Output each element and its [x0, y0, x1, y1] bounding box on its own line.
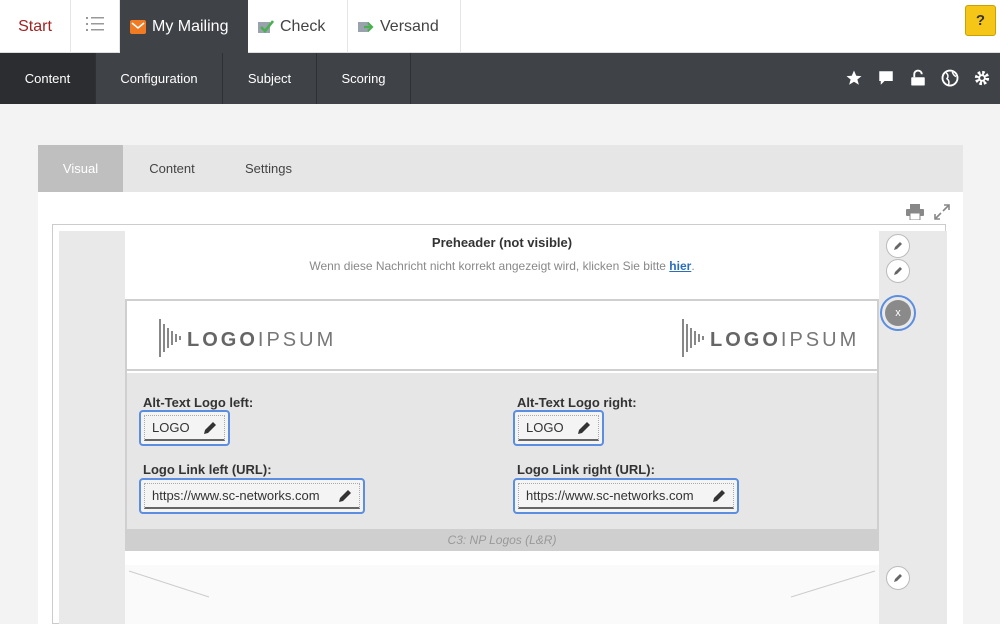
- gear-icon[interactable]: [972, 68, 992, 88]
- alt-text-right-value: LOGO: [526, 420, 564, 435]
- logo-block[interactable]: LOGOIPSUM LOGOIPSUM Alt-Text Logo left:: [125, 299, 879, 551]
- logo-right[interactable]: LOGOIPSUM: [682, 319, 859, 362]
- edit-next-block-button[interactable]: [886, 566, 910, 590]
- logo-mark-icon: [682, 319, 704, 362]
- help-button[interactable]: ?: [965, 5, 996, 36]
- alt-text-left-value: LOGO: [152, 420, 190, 435]
- nav-configuration[interactable]: Configuration: [96, 53, 223, 104]
- print-icon[interactable]: [906, 204, 924, 225]
- preheader-title: Preheader (not visible): [431, 235, 573, 250]
- logo-right-part2: IPSUM: [780, 329, 860, 351]
- editor-panel: Preheader (not visible) Wenn diese Nachr…: [38, 192, 963, 624]
- edit-preheader-button[interactable]: [886, 234, 910, 258]
- pencil-icon[interactable]: [576, 420, 592, 436]
- close-icon: x: [885, 300, 911, 326]
- tab-content[interactable]: Content: [123, 145, 221, 192]
- logo-right-part1: LOGO: [710, 329, 781, 351]
- tab-settings[interactable]: Settings: [221, 145, 316, 192]
- my-mailing-tab[interactable]: My Mailing: [120, 0, 248, 53]
- pencil-icon[interactable]: [711, 488, 727, 504]
- versand-tab[interactable]: Versand: [348, 0, 461, 53]
- preheader-link[interactable]: hier: [669, 259, 691, 273]
- my-mailing-label: My Mailing: [152, 17, 229, 35]
- check-tab[interactable]: Check: [248, 0, 348, 53]
- list-icon: [86, 16, 104, 37]
- pencil-icon[interactable]: [337, 488, 353, 504]
- logo-link-left-label: Logo Link left (URL):: [143, 462, 272, 477]
- canvas-background: Preheader (not visible) Wenn diese Nachr…: [59, 231, 947, 624]
- nav-subject[interactable]: Subject: [223, 53, 317, 104]
- comment-icon[interactable]: [876, 68, 896, 88]
- mail-content-area: Preheader (not visible) Wenn diese Nachr…: [125, 231, 879, 624]
- alt-text-right-label: Alt-Text Logo right:: [517, 395, 637, 410]
- editor-tabs: Visual Content Settings: [38, 145, 963, 192]
- logo-link-right-field[interactable]: https://www.sc-networks.com: [513, 478, 739, 514]
- logo-link-right-label: Logo Link right (URL):: [517, 462, 655, 477]
- logo-settings-fields: Alt-Text Logo left: LOGO Alt-Text Logo r…: [127, 373, 877, 529]
- next-content-block[interactable]: [125, 565, 879, 624]
- check-label: Check: [280, 17, 326, 35]
- preheader-suffix: .: [691, 259, 695, 273]
- star-icon[interactable]: [844, 68, 864, 88]
- logo-left-part1: LOGO: [187, 329, 258, 351]
- edit-block-button[interactable]: [886, 259, 910, 283]
- tab-visual[interactable]: Visual: [38, 145, 123, 192]
- checkmark-icon: [258, 19, 274, 35]
- unlock-icon[interactable]: [908, 68, 928, 88]
- logo-mark-icon: [159, 319, 181, 362]
- pencil-icon[interactable]: [202, 420, 218, 436]
- globe-icon[interactable]: [940, 68, 960, 88]
- logo-link-left-field[interactable]: https://www.sc-networks.com: [139, 478, 365, 514]
- versand-label: Versand: [380, 17, 439, 35]
- secondary-navigation: Content Configuration Subject Scoring: [0, 53, 1000, 104]
- logo-left[interactable]: LOGOIPSUM: [159, 319, 336, 362]
- logo-row: LOGOIPSUM LOGOIPSUM: [127, 301, 877, 371]
- send-icon: [358, 19, 374, 35]
- preheader-text-body: Wenn diese Nachricht nicht korrekt angez…: [309, 259, 670, 273]
- list-view-button[interactable]: [71, 0, 120, 53]
- logo-left-part2: IPSUM: [257, 329, 337, 351]
- remove-block-button[interactable]: x: [880, 295, 916, 331]
- placeholder-lines: [128, 570, 876, 598]
- expand-icon[interactable]: [934, 204, 950, 225]
- start-tab[interactable]: Start: [0, 0, 71, 53]
- nav-scoring[interactable]: Scoring: [317, 53, 411, 104]
- mail-editor-canvas: Preheader (not visible) Wenn diese Nachr…: [52, 224, 947, 624]
- toolbar-icons: [844, 68, 992, 88]
- logo-link-left-value: https://www.sc-networks.com: [152, 488, 320, 503]
- alt-text-left-label: Alt-Text Logo left:: [143, 395, 254, 410]
- alt-text-right-field[interactable]: LOGO: [513, 410, 604, 446]
- top-navigation: Start My Mailing Check Versand ?: [0, 0, 1000, 53]
- block-name-footer: C3: NP Logos (L&R): [127, 529, 877, 551]
- alt-text-left-field[interactable]: LOGO: [139, 410, 230, 446]
- start-label: Start: [18, 17, 52, 35]
- logo-link-right-value: https://www.sc-networks.com: [526, 488, 694, 503]
- mail-icon: [130, 19, 146, 35]
- nav-content[interactable]: Content: [0, 53, 96, 104]
- preheader-text: Wenn diese Nachricht nicht korrekt angez…: [125, 259, 879, 273]
